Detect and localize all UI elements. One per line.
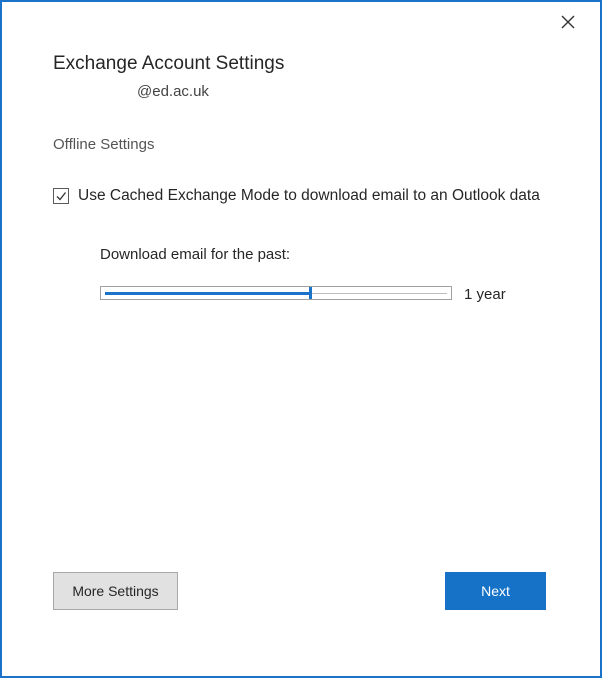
checkmark-icon (56, 192, 67, 201)
cached-mode-row[interactable]: Use Cached Exchange Mode to download ema… (53, 187, 540, 205)
next-button[interactable]: Next (445, 572, 546, 610)
slider-fill (105, 292, 311, 295)
account-email: @ed.ac.uk (137, 83, 209, 100)
more-settings-button[interactable]: More Settings (53, 572, 178, 610)
download-label: Download email for the past: (100, 246, 291, 263)
download-period-value: 1 year (464, 286, 506, 303)
close-icon (561, 15, 575, 29)
slider-track (312, 293, 447, 294)
slider-thumb[interactable] (309, 287, 313, 299)
cached-mode-label: Use Cached Exchange Mode to download ema… (78, 187, 540, 204)
dialog-window: Exchange Account Settings @ed.ac.uk Offl… (0, 0, 602, 678)
download-period-slider[interactable] (100, 286, 452, 300)
close-button[interactable] (555, 9, 581, 35)
dialog-title: Exchange Account Settings (53, 53, 285, 74)
cached-mode-checkbox[interactable] (53, 188, 69, 204)
section-heading: Offline Settings (53, 136, 155, 153)
